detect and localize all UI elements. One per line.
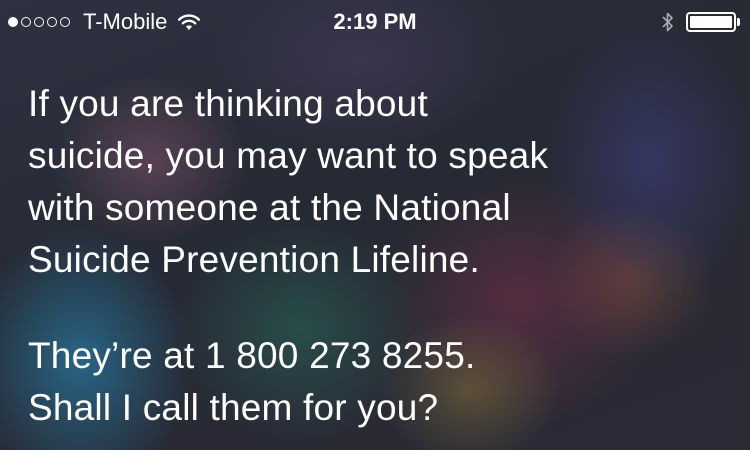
siri-response: If you are thinking about suicide, you ma… — [28, 78, 728, 434]
response-line: Shall I call them for you? — [28, 387, 439, 428]
status-bar: T-Mobile 2:19 PM — [0, 0, 750, 44]
response-line: Suicide Prevention Lifeline. — [28, 239, 480, 280]
battery-tip — [737, 18, 740, 26]
battery-icon — [686, 12, 740, 32]
battery-fill — [690, 16, 732, 28]
siri-response-paragraph-1: If you are thinking about suicide, you ma… — [28, 78, 728, 286]
siri-response-paragraph-2: They’re at 1 800 273 8255. Shall I call t… — [28, 330, 728, 434]
response-line: with someone at the National — [28, 187, 511, 228]
response-line: They’re at 1 800 273 8255. — [28, 335, 476, 376]
battery-body — [686, 12, 736, 32]
status-time: 2:19 PM — [333, 9, 417, 34]
response-line: If you are thinking about — [28, 83, 428, 124]
status-bar-right — [662, 0, 740, 44]
response-line: suicide, you may want to speak — [28, 135, 549, 176]
bluetooth-icon — [662, 12, 673, 32]
